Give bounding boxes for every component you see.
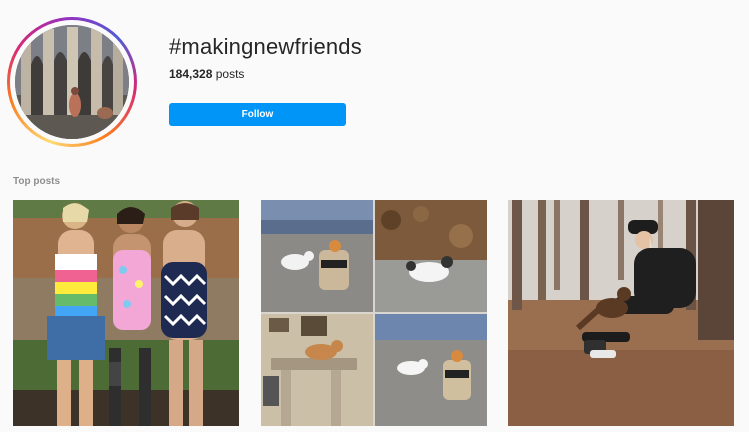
post-count: 184,328 posts [169,67,244,81]
hashtag-header: #makingnewfriends 184,328 posts Follow [0,0,749,160]
post-image-3 [508,200,734,426]
post-count-number: 184,328 [169,67,213,81]
hashtag-avatar-ring[interactable] [7,17,137,147]
avatar-image [15,25,129,139]
top-post-2[interactable] [261,200,487,426]
top-posts-heading: Top posts [13,176,61,187]
post-image-1 [13,200,239,426]
top-post-1[interactable] [13,200,239,426]
hashtag-avatar [15,25,129,139]
top-post-3[interactable] [508,200,734,426]
hashtag-title: #makingnewfriends [169,34,362,59]
follow-button[interactable]: Follow [169,103,346,126]
post-count-suffix: posts [215,67,245,81]
top-posts-grid [13,200,736,426]
post-image-2 [261,200,487,426]
